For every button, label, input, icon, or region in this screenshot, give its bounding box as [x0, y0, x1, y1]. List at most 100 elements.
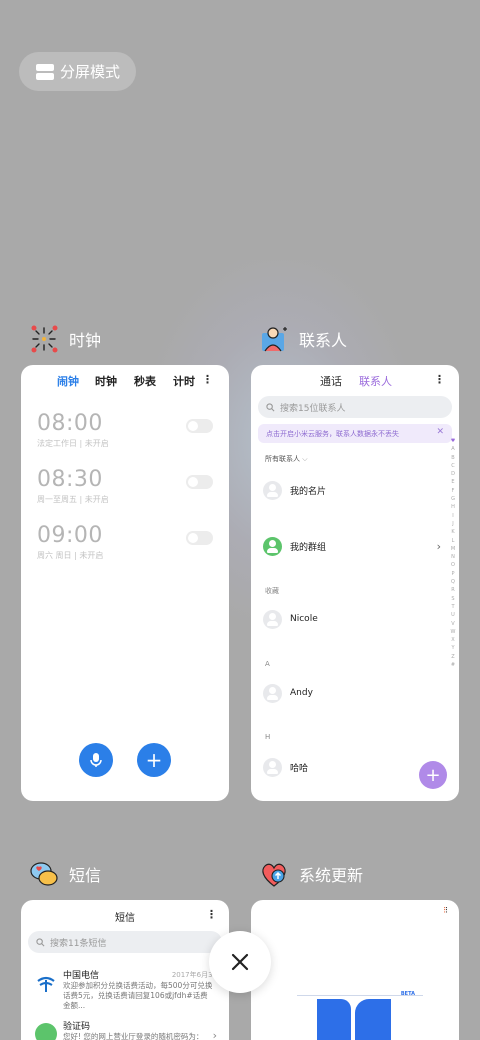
section-header-h: H [265, 733, 271, 741]
contact-name: 哈哈 [290, 763, 309, 774]
sms-app-card[interactable]: 短信 ⋮ 搜索11条短信 中国电信 2017年6月30 欢迎参加积分兑换话费活动… [21, 900, 229, 1040]
tab-alarm[interactable]: 闹钟 [57, 373, 79, 389]
group-icon [263, 536, 282, 556]
alphabet-index-letter[interactable]: W [449, 628, 457, 636]
alphabet-index-letter[interactable]: O [449, 561, 457, 569]
message-sender: 验证码 [63, 1022, 91, 1032]
alphabet-index-letter[interactable]: E [449, 478, 457, 486]
alphabet-index-letter[interactable]: H [449, 503, 457, 511]
banner-text: 点击开启小米云服务，联系人数据永不丢失 [266, 429, 399, 438]
clock-app-header[interactable]: 时钟 [28, 323, 101, 355]
message-preview: 欢迎参加积分兑换话费活动，每500分可兑换话费5元，兑换话费请回复106或jfd… [63, 981, 213, 1010]
cloud-service-banner[interactable]: 点击开启小米云服务，联系人数据永不丢失 ✕ [258, 424, 452, 443]
alphabet-index-letter[interactable]: F [449, 487, 457, 495]
alphabet-index-letter[interactable]: X [449, 636, 457, 644]
chevron-right-icon: › [212, 1029, 217, 1040]
avatar [263, 480, 282, 500]
tab-stopwatch[interactable]: 秒表 [134, 373, 156, 389]
add-alarm-button[interactable]: + [137, 743, 171, 777]
contacts-app-header[interactable]: 联系人 [258, 323, 347, 355]
message-item[interactable]: 中国电信 2017年6月30 欢迎参加积分兑换话费活动，每500分可兑换话费5元… [35, 966, 217, 1010]
alphabet-index-letter[interactable]: M [449, 545, 457, 553]
alphabet-index-letter[interactable]: Z [449, 653, 457, 661]
alphabet-index-letter[interactable]: V [449, 620, 457, 628]
more-options-icon[interactable]: ⋮ [202, 373, 213, 386]
more-options-icon[interactable]: ⋮ [434, 373, 445, 386]
alphabet-index-letter[interactable]: N [449, 553, 457, 561]
china-telecom-logo-icon [35, 972, 57, 994]
voice-alarm-button[interactable] [79, 743, 113, 777]
alarm-toggle[interactable] [186, 475, 213, 489]
alphabet-index-letter[interactable]: P [449, 570, 457, 578]
clear-all-button[interactable] [209, 931, 271, 993]
contact-row[interactable]: Nicole [263, 609, 441, 629]
alphabet-index-letter[interactable]: K [449, 528, 457, 536]
chevron-right-icon: › [436, 539, 441, 553]
search-placeholder: 搜索15位联系人 [280, 403, 346, 414]
search-placeholder: 搜索11条短信 [50, 938, 107, 949]
alphabet-index-letter[interactable]: Q [449, 578, 457, 586]
message-item[interactable]: 验证码 您好! 您的网上营业厅登录的随机密码为： › [35, 1017, 217, 1040]
sms-search-input[interactable]: 搜索11条短信 [28, 931, 222, 953]
alphabet-index-letter[interactable]: ♥ [449, 437, 457, 445]
more-options-icon[interactable]: ⋮ [206, 908, 217, 921]
tab-clock[interactable]: 时钟 [95, 373, 117, 389]
heart-update-icon [258, 858, 290, 890]
alphabet-index-letter[interactable]: J [449, 520, 457, 528]
contact-search-input[interactable]: 搜索15位联系人 [258, 396, 452, 418]
sms-header-title: 短信 [115, 913, 135, 924]
close-icon[interactable]: ✕ [436, 427, 444, 437]
my-groups-label: 我的群组 [290, 542, 327, 553]
alphabet-index-letter[interactable]: # [449, 661, 457, 669]
alphabet-index[interactable]: ♥ A B C D E F G H I J K L M N O P Q R S T U V W X Y Z # [449, 437, 457, 669]
split-screen-label: 分屏模式 [60, 63, 121, 81]
split-screen-icon [36, 63, 54, 80]
alphabet-index-letter[interactable]: I [449, 512, 457, 520]
alarm-item[interactable]: 08:30 周一至周五 | 未开启 [37, 467, 213, 507]
alphabet-index-letter[interactable]: A [449, 445, 457, 453]
split-screen-button[interactable]: 分屏模式 [19, 52, 136, 91]
beta-badge: BETA [400, 991, 415, 997]
alphabet-index-letter[interactable]: C [449, 462, 457, 470]
update-app-card[interactable]: ⁝⁝ BETA [251, 900, 459, 1040]
alphabet-index-letter[interactable]: B [449, 454, 457, 462]
clock-app-card[interactable]: 闹钟 时钟 秒表 计时 ⋮ 08:00 法定工作日 | 未开启 08:30 周一… [21, 365, 229, 801]
clock-tabs: 闹钟 时钟 秒表 计时 [21, 373, 229, 391]
update-app-header[interactable]: 系统更新 [258, 858, 363, 890]
search-icon [266, 402, 275, 411]
add-contact-button[interactable]: + [419, 761, 447, 789]
tab-contacts[interactable]: 联系人 [359, 373, 392, 389]
alphabet-index-letter[interactable]: R [449, 586, 457, 594]
more-options-icon[interactable]: ⁝⁝ [443, 906, 448, 916]
alarm-toggle[interactable] [186, 531, 213, 545]
plus-icon: + [425, 764, 441, 786]
contact-filter[interactable]: 所有联系人 ⌵ [265, 454, 308, 464]
contacts-app-title: 联系人 [299, 331, 348, 350]
plus-icon: + [145, 748, 163, 772]
section-header-a: A [265, 660, 270, 668]
tab-calls[interactable]: 通话 [320, 373, 342, 389]
section-favorites: 收藏 [265, 587, 279, 595]
contact-row[interactable]: Andy [263, 683, 441, 703]
tab-timer[interactable]: 计时 [173, 373, 195, 389]
contact-row[interactable]: 哈哈 [263, 757, 441, 777]
alphabet-index-letter[interactable]: Y [449, 644, 457, 652]
contact-card-icon [258, 323, 290, 355]
alphabet-index-letter[interactable]: L [449, 537, 457, 545]
alphabet-index-letter[interactable]: S [449, 595, 457, 603]
alarm-item[interactable]: 08:00 法定工作日 | 未开启 [37, 411, 213, 451]
sms-app-header[interactable]: 短信 [28, 858, 101, 890]
contact-name: Nicole [290, 614, 318, 624]
alarm-item[interactable]: 09:00 周六 周日 | 未开启 [37, 523, 213, 563]
contacts-app-card[interactable]: 通话 联系人 ⋮ 搜索15位联系人 点击开启小米云服务，联系人数据永不丢失 ✕ … [251, 365, 459, 801]
alphabet-index-letter[interactable]: D [449, 470, 457, 478]
alarm-desc: 周一至周五 | 未开启 [37, 495, 109, 504]
alphabet-index-letter[interactable]: U [449, 611, 457, 619]
alphabet-index-letter[interactable]: G [449, 495, 457, 503]
my-groups-row[interactable]: 我的群组 › [263, 536, 441, 556]
my-card-label: 我的名片 [290, 486, 327, 497]
my-card-row[interactable]: 我的名片 [263, 480, 441, 500]
alarm-toggle[interactable] [186, 419, 213, 433]
alphabet-index-letter[interactable]: T [449, 603, 457, 611]
alarm-desc: 法定工作日 | 未开启 [37, 439, 109, 448]
